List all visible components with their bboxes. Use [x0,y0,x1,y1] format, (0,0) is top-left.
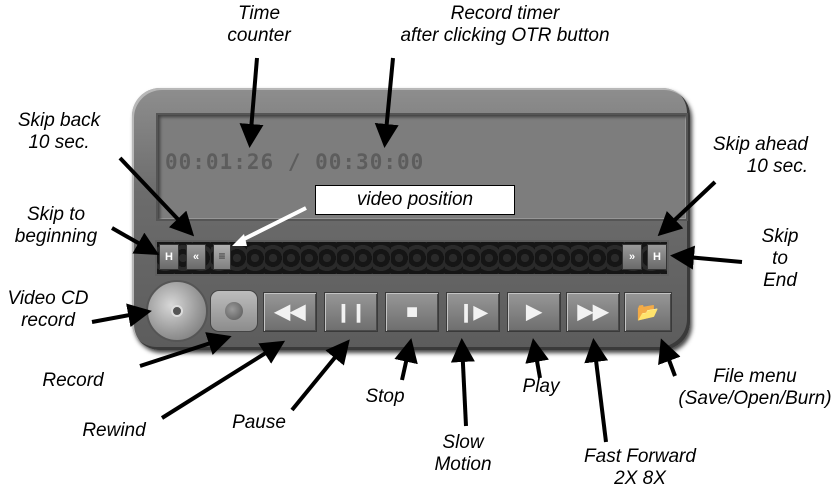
fast-forward-button[interactable]: ▶▶ [566,292,620,332]
time-readout: 00:01:26 / 00:30:00 [165,150,424,174]
time-counter: 00:01:26 [165,150,275,174]
skip-to-end-button[interactable]: H [647,244,667,270]
video-position-label: video position [315,185,515,215]
play-button[interactable]: ▶ [507,292,561,332]
record-button[interactable] [210,290,258,332]
record-timer: 00:30:00 [315,150,425,174]
callout-rewind: Rewind [82,420,146,441]
callout-slow-motion: Slow Motion [434,432,492,475]
arrow-fast-forward [584,338,609,443]
callout-record-timer: Record timer after clicking OTR button [400,3,610,46]
callout-skip-to-beginning: Skip to beginning [14,204,98,247]
skip-ahead-button[interactable]: » [622,244,642,270]
record-dot-icon [225,302,243,320]
skip-back-button[interactable]: « [186,244,206,270]
video-cd-record-button[interactable] [146,280,208,342]
file-menu-button[interactable]: 📂 [624,292,672,332]
time-separator: / [287,150,302,174]
skip-to-beginning-button[interactable]: H [159,244,179,270]
pause-button[interactable]: ❙❙ [324,292,378,332]
arrow-pause [290,339,350,412]
callout-fast-forward: Fast Forward 2X 8X [584,446,696,489]
callout-stop: Stop [365,386,405,407]
slow-motion-button[interactable]: ❙▶ [446,292,500,332]
callout-skip-back: Skip back 10 sec. [17,110,101,153]
callout-record: Record [42,370,104,391]
callout-play: Play [522,376,560,397]
arrow-rewind [160,340,286,420]
callout-time-counter: Time counter [227,3,291,46]
seek-track[interactable] [155,240,669,276]
rewind-button[interactable]: ◀◀ [263,292,317,332]
arrow-slow-motion [450,338,475,427]
callout-file-menu: File menu (Save/Open/Burn) [678,366,832,409]
callout-pause: Pause [232,412,286,433]
cd-icon [171,305,183,317]
callout-skip-ahead: Skip ahead 10 sec. [712,134,808,177]
callout-video-cd-record: Video CD record [7,288,89,331]
stop-button[interactable]: ■ [385,292,439,332]
position-slider[interactable]: ≡ [213,244,231,270]
callout-skip-to-end: Skip to End [761,226,799,291]
